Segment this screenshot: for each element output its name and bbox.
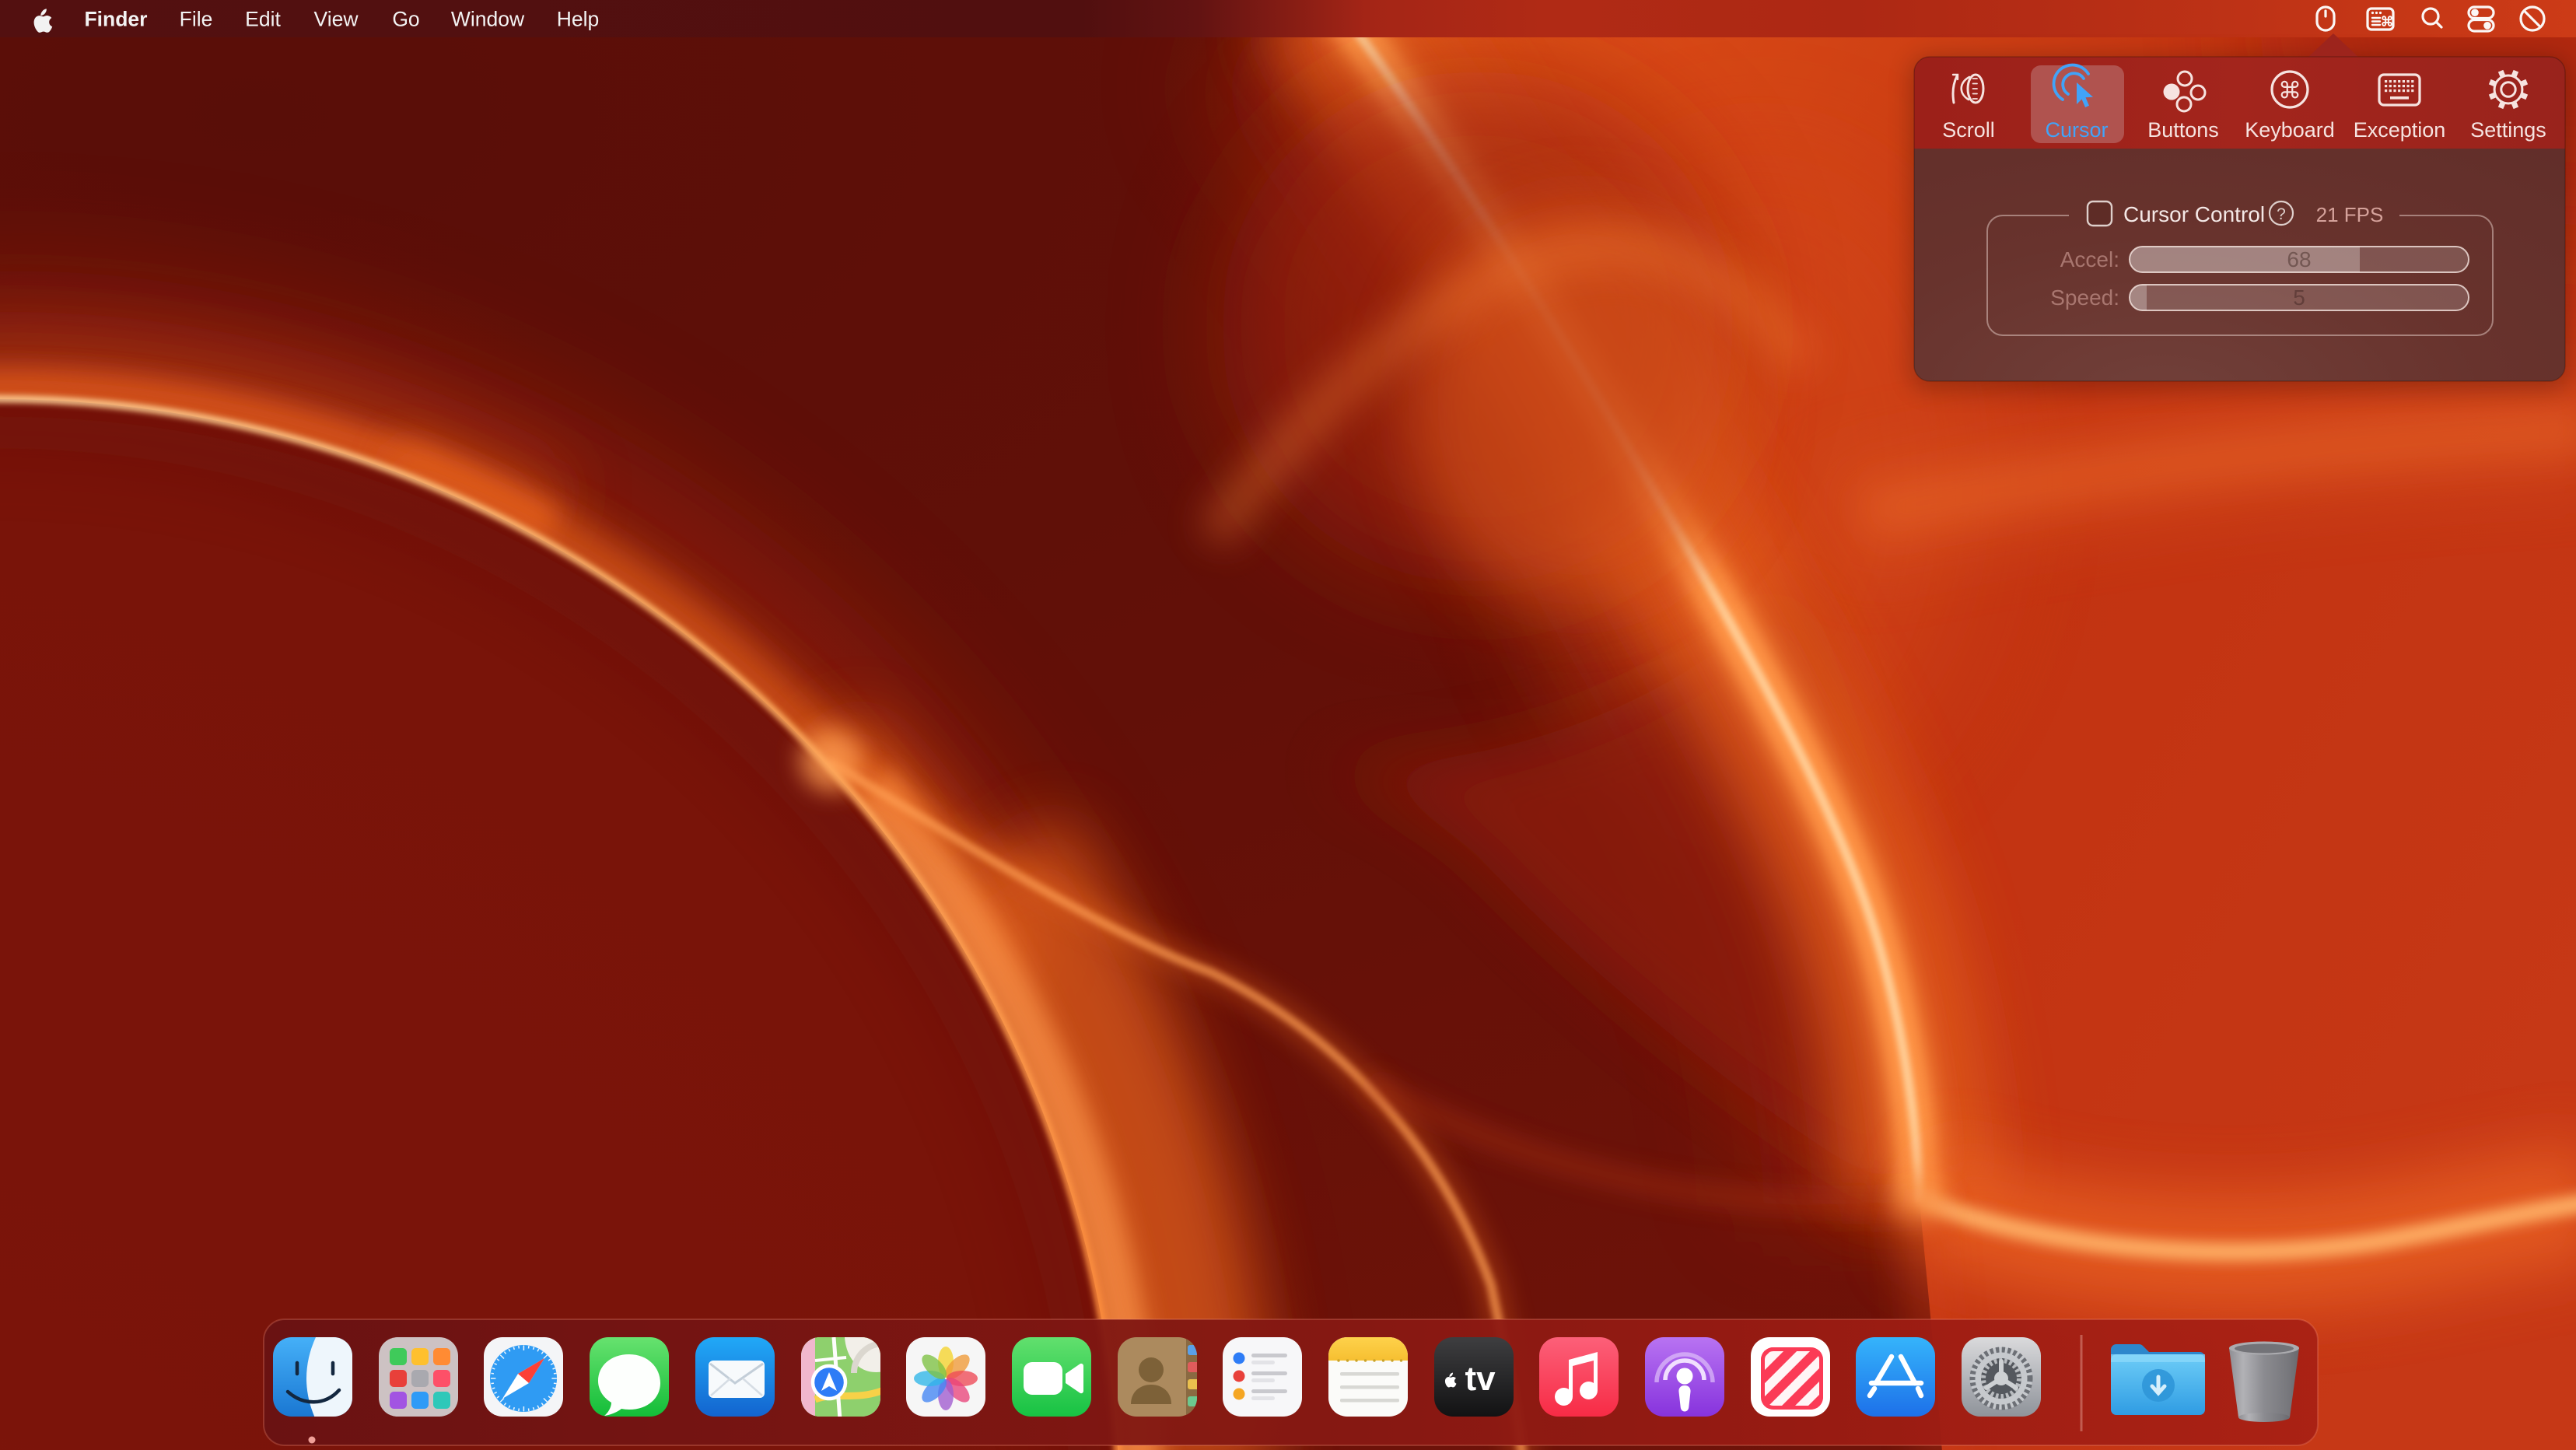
- svg-text:Help: Help: [557, 8, 600, 31]
- svg-text:View: View: [314, 8, 359, 31]
- svg-text:Accel:: Accel:: [2060, 247, 2119, 271]
- svg-text:Window: Window: [451, 8, 525, 31]
- svg-text:Cursor Control: Cursor Control: [2123, 202, 2265, 226]
- svg-text:Edit: Edit: [245, 8, 281, 31]
- svg-text:Buttons: Buttons: [2147, 118, 2219, 142]
- svg-text:Finder: Finder: [85, 8, 148, 31]
- svg-text:Cursor: Cursor: [2045, 118, 2108, 142]
- svg-text:?: ?: [2277, 205, 2286, 223]
- svg-text:Go: Go: [392, 8, 419, 31]
- svg-text:Scroll: Scroll: [1942, 118, 1995, 142]
- svg-text:68: 68: [2287, 247, 2311, 271]
- svg-text:Settings: Settings: [2470, 118, 2546, 142]
- svg-text:5: 5: [2293, 285, 2305, 310]
- svg-text:Keyboard: Keyboard: [2245, 118, 2335, 142]
- svg-text:tv: tv: [1465, 1360, 1496, 1398]
- svg-text:⌘: ⌘: [2278, 79, 2301, 104]
- svg-text:Exception: Exception: [2354, 118, 2446, 142]
- svg-text:21 FPS: 21 FPS: [2316, 203, 2384, 226]
- svg-text:⌘: ⌘: [2381, 15, 2394, 30]
- svg-text:File: File: [180, 8, 213, 31]
- svg-text:Speed:: Speed:: [2050, 285, 2119, 310]
